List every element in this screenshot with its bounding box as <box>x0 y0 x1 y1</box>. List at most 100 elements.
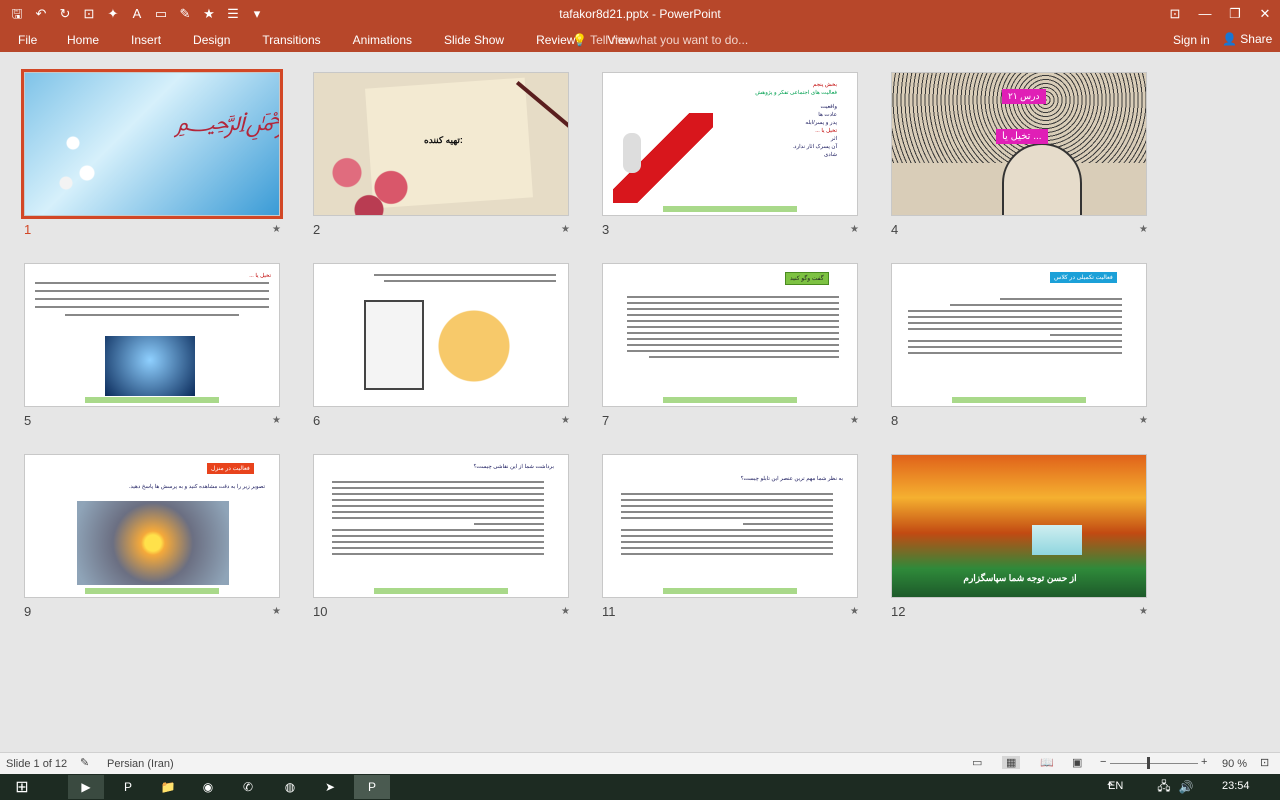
minimize-button[interactable]: — <box>1190 0 1220 28</box>
slide-counter: Slide 1 of 12 <box>6 758 68 770</box>
slide-text: تخیل یا ... <box>815 128 837 134</box>
slide-number: 12 <box>891 604 906 619</box>
slide-number: 4 <box>891 222 899 237</box>
star-icon: ★ <box>850 606 859 617</box>
home-activity-badge: فعالیت در منزل <box>207 463 254 474</box>
window-title: tafakor8d21.pptx - PowerPoint <box>559 7 721 21</box>
slide-text: پدر و پسر/ابله <box>805 120 837 126</box>
clock[interactable]: 23:54 <box>1222 780 1250 792</box>
slide-text: واقعیت <box>820 104 837 110</box>
reading-view-icon[interactable]: 📖 <box>1040 756 1054 769</box>
cartoon-image <box>424 304 524 388</box>
tab-home[interactable]: Home <box>67 33 99 47</box>
star-icon: ★ <box>1139 415 1148 426</box>
slide-thumbnail[interactable]: فعالیت تکمیلی در کلاس <box>891 263 1147 407</box>
thanks-text: از حسن توجه شما سپاسگزارم <box>963 573 1077 583</box>
blossom-image <box>45 103 115 203</box>
normal-view-icon[interactable]: ▭ <box>972 756 982 769</box>
tell-me-search[interactable]: 💡 Tell me what you want to do... <box>572 33 748 47</box>
tab-transitions[interactable]: Transitions <box>262 33 320 47</box>
star-icon: ★ <box>561 606 570 617</box>
file-explorer-icon[interactable]: 📁 <box>150 775 186 799</box>
star-icon: ★ <box>850 224 859 235</box>
slide-thumbnail[interactable]: تخیل یا ... <box>24 263 280 407</box>
star-icon: ★ <box>1139 606 1148 617</box>
slide-thumbnail[interactable] <box>313 263 569 407</box>
star-icon: ★ <box>850 415 859 426</box>
slide-text: به نظر شما مهم ترین عنصر این تابلو چیست؟ <box>740 476 843 482</box>
ribbon-tabs: File Home Insert Design Transitions Anim… <box>0 28 1280 52</box>
tab-animations[interactable]: Animations <box>353 33 412 47</box>
star-icon: ★ <box>272 224 281 235</box>
close-button[interactable]: ✕ <box>1250 0 1280 28</box>
star-icon: ★ <box>272 415 281 426</box>
slide-thumbnail[interactable]: گفت وگو کنید <box>602 263 858 407</box>
zoom-in-icon[interactable]: + <box>1201 756 1207 768</box>
windows-start-icon[interactable]: ⊞ <box>4 775 40 799</box>
slide-thumbnail[interactable]: به نظر شما مهم ترین عنصر این تابلو چیست؟ <box>602 454 858 598</box>
firefox-icon[interactable]: ◍ <box>272 775 308 799</box>
slide-footer <box>374 588 508 594</box>
ribbon-display-icon[interactable]: ⊡ <box>1160 0 1190 28</box>
slide-number: 8 <box>891 413 899 428</box>
title-bar: 🖫 ↶ ↻ ⊡ ✦ A ▭ ✎ ★ ☰ ▾ tafakor8d21.pptx -… <box>0 0 1280 28</box>
slide-show-icon[interactable]: ▣ <box>1072 756 1082 769</box>
whatsapp-icon[interactable]: ✆ <box>230 775 266 799</box>
slide-thumbnail[interactable]: تهیه کننده: <box>313 72 569 216</box>
slide-footer <box>663 588 797 594</box>
volume-icon[interactable]: 🔊 <box>1168 775 1204 799</box>
slide-footer <box>85 397 219 403</box>
roses-image <box>314 143 424 215</box>
tab-file[interactable]: File <box>18 33 37 47</box>
media-player-icon[interactable]: ▶ <box>68 775 104 799</box>
spelling-icon[interactable]: ✎ <box>80 756 89 769</box>
slide-text: شادی <box>823 152 837 158</box>
fit-to-window-icon[interactable]: ⊡ <box>1260 756 1269 769</box>
star-icon: ★ <box>1139 224 1148 235</box>
slide-thumbnail[interactable]: بخش پنجم فعالیت های اجتماعی تفکر و پژوهش… <box>602 72 858 216</box>
slide-thumbnail[interactable]: درس ۲۱ تخیل یا ... <box>891 72 1147 216</box>
slide-number: 2 <box>313 222 321 237</box>
taskbar: ⊞ ▶ P 📁 ◉ ✆ ◍ ➤ P ⌃ EN 🖧 🔊 23:54 <box>0 774 1280 800</box>
slide-number: 1 <box>24 222 32 237</box>
brain-image <box>105 336 195 396</box>
slide-number: 7 <box>602 413 610 428</box>
tab-slide-show[interactable]: Slide Show <box>444 33 504 47</box>
waterfall-image <box>1032 525 1082 555</box>
slide-sorter: ﷽ 1 ★ تهیه کننده: 2 ★ بخش پنجم فعالیت ها… <box>0 52 1280 752</box>
zoom-level[interactable]: 90 % <box>1222 758 1247 770</box>
slide-number: 10 <box>313 604 328 619</box>
zoom-out-icon[interactable]: − <box>1100 756 1106 768</box>
zoom-thumb[interactable] <box>1147 757 1150 769</box>
tab-insert[interactable]: Insert <box>131 33 161 47</box>
zoom-slider[interactable] <box>1110 763 1198 764</box>
slide-thumbnail[interactable]: فعالیت در منزل تصویر زیر را به دقت مشاهد… <box>24 454 280 598</box>
slide-footer <box>663 206 797 212</box>
slide-text: اثر <box>830 136 837 142</box>
lesson-badge: درس ۲۱ <box>1002 89 1046 104</box>
slide-thumbnail[interactable]: برداشت شما از این نقاشی چیست؟ <box>313 454 569 598</box>
powerpoint-active-icon[interactable]: P <box>354 775 390 799</box>
slide-number: 11 <box>602 604 616 619</box>
lightbulb-icon: 💡 <box>572 33 587 47</box>
restore-button[interactable]: ❐ <box>1220 0 1250 28</box>
slide-sorter-icon[interactable]: ▦ <box>1002 756 1021 769</box>
tab-review[interactable]: Review <box>536 33 575 47</box>
share-button[interactable]: 👤 Share <box>1218 30 1276 48</box>
slide-text: تخیل یا ... <box>249 273 271 279</box>
slide-number: 5 <box>24 413 32 428</box>
slide-thumbnail[interactable]: ﷽ <box>21 69 283 219</box>
language-tray[interactable]: EN <box>1108 780 1123 792</box>
language-indicator[interactable]: Persian (Iran) <box>107 758 174 770</box>
powerpoint-taskbar-icon[interactable]: P <box>110 775 146 799</box>
telegram-icon[interactable]: ➤ <box>312 775 348 799</box>
tab-design[interactable]: Design <box>193 33 230 47</box>
figure-image <box>623 133 641 173</box>
fridge-image <box>364 300 424 390</box>
sign-in-link[interactable]: Sign in <box>1173 33 1210 47</box>
slide-thumbnail[interactable]: از حسن توجه شما سپاسگزارم <box>891 454 1147 598</box>
star-icon: ★ <box>561 415 570 426</box>
chrome-icon[interactable]: ◉ <box>190 775 226 799</box>
face-drawing-image <box>1002 143 1082 215</box>
slide-text: برداشت شما از این نقاشی چیست؟ <box>473 464 554 470</box>
